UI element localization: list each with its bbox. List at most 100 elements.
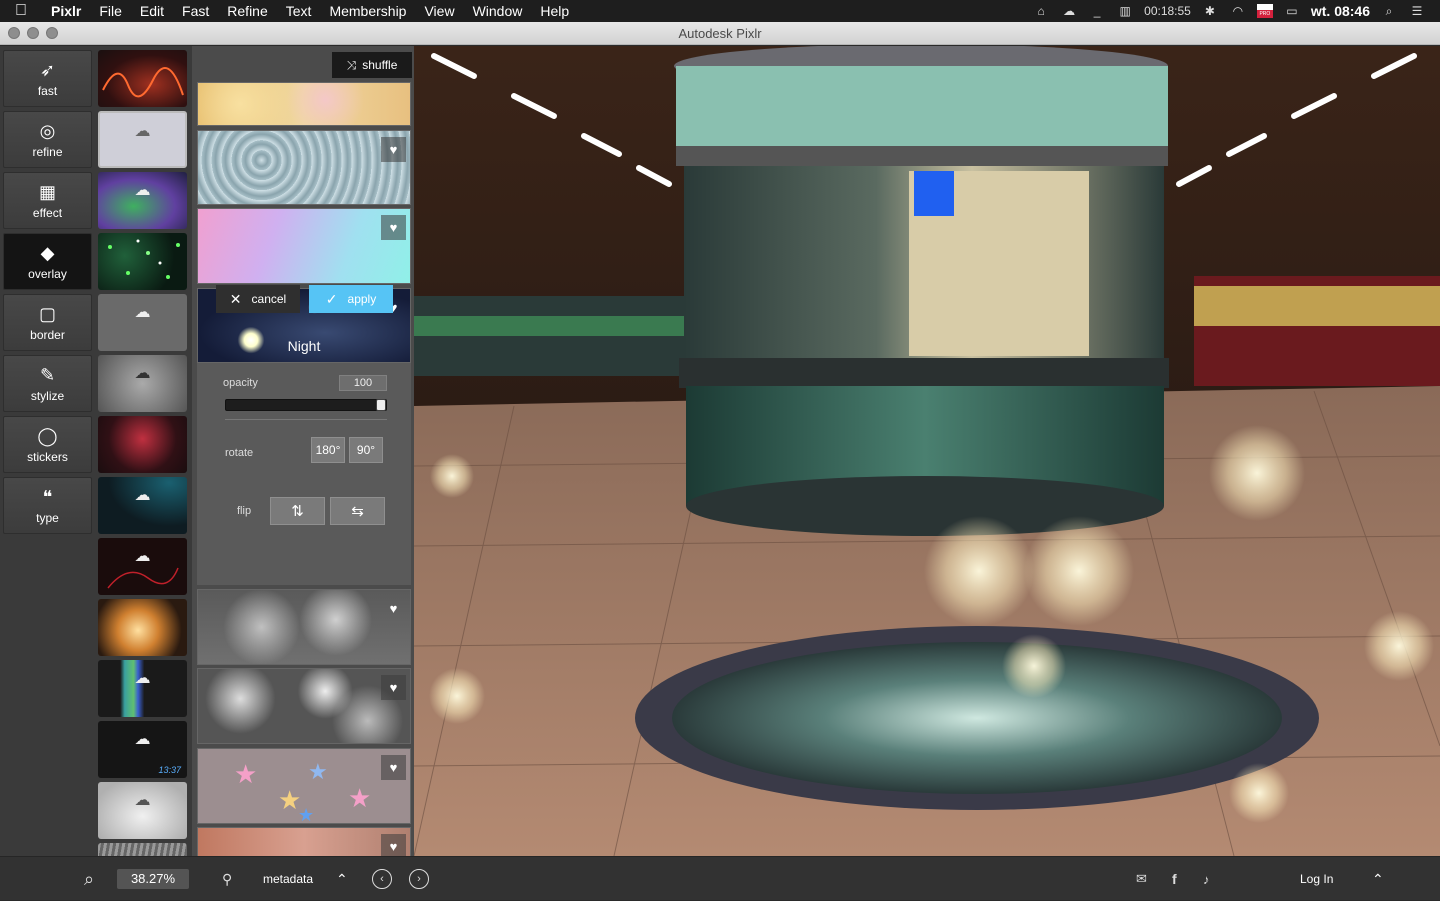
divider	[225, 419, 387, 420]
category-thumb[interactable]	[98, 599, 187, 656]
flip-horizontal-button[interactable]: ⇆	[330, 497, 385, 525]
category-thumb[interactable]: ☁	[98, 294, 187, 351]
tool-label: overlay	[28, 266, 67, 281]
opacity-slider-knob[interactable]	[376, 399, 386, 411]
timer-readout[interactable]: 00:18:55	[1144, 4, 1191, 18]
home-icon[interactable]: ⌂	[1032, 4, 1050, 18]
spotlight-search-icon[interactable]: ⌕	[1380, 4, 1398, 18]
menu-file[interactable]: File	[90, 0, 131, 22]
login-link[interactable]: Log In	[1300, 857, 1333, 901]
menu-edit[interactable]: Edit	[131, 0, 173, 22]
tool-refine[interactable]: ◎ refine	[3, 111, 92, 168]
overlay-name: Night	[287, 338, 321, 354]
category-thumb[interactable]: ☁	[98, 477, 187, 534]
menu-refine[interactable]: Refine	[218, 0, 276, 22]
notification-center-icon[interactable]: ☰	[1408, 4, 1426, 18]
previous-circle-icon[interactable]: ‹	[372, 869, 392, 889]
menu-view[interactable]: View	[415, 0, 463, 22]
category-thumb[interactable]: ☁ 13:37	[98, 721, 187, 778]
opacity-slider[interactable]	[225, 399, 387, 411]
zoom-field[interactable]: 38.27%	[117, 869, 189, 889]
menu-window[interactable]: Window	[464, 0, 532, 22]
tool-stickers[interactable]: ◯ stickers	[3, 416, 92, 473]
apply-button[interactable]: ✓ apply	[309, 285, 393, 313]
tool-label: border	[30, 327, 65, 342]
metadata-label[interactable]: metadata	[263, 857, 313, 901]
overlay-thumb-pastel-bokeh[interactable]: ♥	[197, 208, 411, 284]
menu-fast[interactable]: Fast	[173, 0, 218, 22]
overlay-thumb-gray-bokeh[interactable]: ♥	[197, 668, 411, 744]
favorite-heart-icon[interactable]: ♥	[381, 596, 406, 621]
favorite-heart-icon[interactable]: ♥	[381, 834, 406, 856]
wifi-icon[interactable]: ◠	[1229, 4, 1247, 18]
overlay-thumb-silver-hearts[interactable]: ♥	[197, 130, 411, 205]
category-thumb[interactable]: ☁	[98, 111, 187, 168]
chevron-up-icon[interactable]: ⌃	[336, 857, 348, 901]
category-thumb[interactable]	[98, 233, 187, 290]
facebook-icon[interactable]: f	[1172, 857, 1177, 901]
tool-overlay[interactable]: ◆ overlay	[3, 233, 92, 290]
close-icon: ✕	[229, 290, 242, 307]
category-thumb[interactable]	[98, 416, 187, 473]
menu-help[interactable]: Help	[531, 0, 578, 22]
creative-cloud-icon[interactable]: ☁	[1060, 4, 1078, 18]
tool-type[interactable]: ❝ type	[3, 477, 92, 534]
memory-icon[interactable]: ▥	[1116, 4, 1134, 18]
underscore-icon[interactable]: _	[1088, 4, 1106, 18]
quote-icon: ❝	[42, 486, 53, 507]
overlay-list-panel: ⤨ shuffle ♥ ♥ ♥ Night opacity 100 rotate…	[192, 46, 414, 856]
cancel-button[interactable]: ✕ cancel	[216, 285, 300, 313]
window-title: Autodesk Pixlr	[678, 26, 762, 41]
tool-fast[interactable]: ➶ fast	[3, 50, 92, 107]
favorite-heart-icon[interactable]: ♥	[381, 755, 406, 780]
opacity-label: opacity	[223, 377, 258, 389]
opacity-value-field[interactable]: 100	[339, 375, 387, 391]
rotate-180-button[interactable]: 180°	[311, 437, 345, 463]
twitter-icon[interactable]: ♪	[1203, 857, 1210, 901]
category-thumb[interactable]: ☁	[98, 782, 187, 839]
station-photo	[414, 46, 1440, 856]
next-circle-icon[interactable]: ›	[409, 869, 429, 889]
category-thumb[interactable]: ☁	[98, 538, 187, 595]
overlay-thumb-moons[interactable]: ♥	[197, 589, 411, 665]
menu-text[interactable]: Text	[277, 0, 321, 22]
favorite-heart-icon[interactable]: ♥	[381, 137, 406, 162]
shuffle-button[interactable]: ⤨ shuffle	[332, 52, 412, 78]
menu-app-name[interactable]: Pixlr	[42, 0, 90, 22]
battery-icon[interactable]: ▭	[1283, 4, 1301, 18]
status-bar: ⌕ 38.27% ⚲ metadata ⌃ ‹ › ✉ f ♪ Log In ⌃	[0, 856, 1440, 900]
flip-vertical-button[interactable]: ⇅	[270, 497, 325, 525]
shuffle-icon: ⤨	[346, 57, 357, 72]
menu-membership[interactable]: Membership	[320, 0, 415, 22]
overlay-thumb-golden-bokeh[interactable]	[197, 82, 411, 126]
tool-border[interactable]: ▢ border	[3, 294, 92, 351]
category-thumb[interactable]: ☁	[98, 172, 187, 229]
clock[interactable]: wt. 08:46	[1311, 3, 1370, 19]
tool-column: ➶ fast ◎ refine ▦ effect ◆ overlay ▢ bor…	[0, 46, 96, 856]
zoom-magnifier-icon[interactable]: ⌕	[84, 857, 94, 901]
favorite-heart-icon[interactable]: ♥	[381, 675, 406, 700]
category-thumb[interactable]: ☁	[98, 660, 187, 717]
flip-label: flip	[237, 505, 252, 517]
overlay-thumb-stars[interactable]: ★ ★ ★ ★ ★ ♥	[197, 748, 411, 825]
cloud-download-icon: ☁	[134, 304, 151, 321]
rotate-90-button[interactable]: 90°	[349, 437, 383, 463]
tool-effect[interactable]: ▦ effect	[3, 172, 92, 229]
apply-label: apply	[347, 292, 377, 306]
flag-pro-icon[interactable]: PRO	[1256, 4, 1273, 18]
overlay-thumb-warm-bokeh[interactable]: ♥	[197, 827, 411, 856]
favorite-heart-icon[interactable]: ♥	[381, 215, 406, 240]
cloud-download-icon: ☁	[134, 792, 151, 809]
image-canvas[interactable]	[414, 46, 1440, 856]
overlay-category-list: ☁ ☁ ☁ ☁ ☁ ☁ ☁ ☁ 13:37 ☁	[96, 46, 192, 856]
apple-icon[interactable]: 	[0, 2, 42, 20]
chevron-up-icon[interactable]: ⌃	[1372, 857, 1384, 901]
category-thumb[interactable]	[98, 50, 187, 107]
mail-icon[interactable]: ✉	[1136, 857, 1147, 901]
bluetooth-icon[interactable]: ✱	[1201, 4, 1219, 18]
tool-stylize[interactable]: ✎ stylize	[3, 355, 92, 412]
category-thumb[interactable]: ☁	[98, 355, 187, 412]
metadata-icon[interactable]: ⚲	[222, 857, 232, 901]
cloud-download-icon: ☁	[134, 365, 151, 382]
category-thumb[interactable]	[98, 843, 187, 856]
